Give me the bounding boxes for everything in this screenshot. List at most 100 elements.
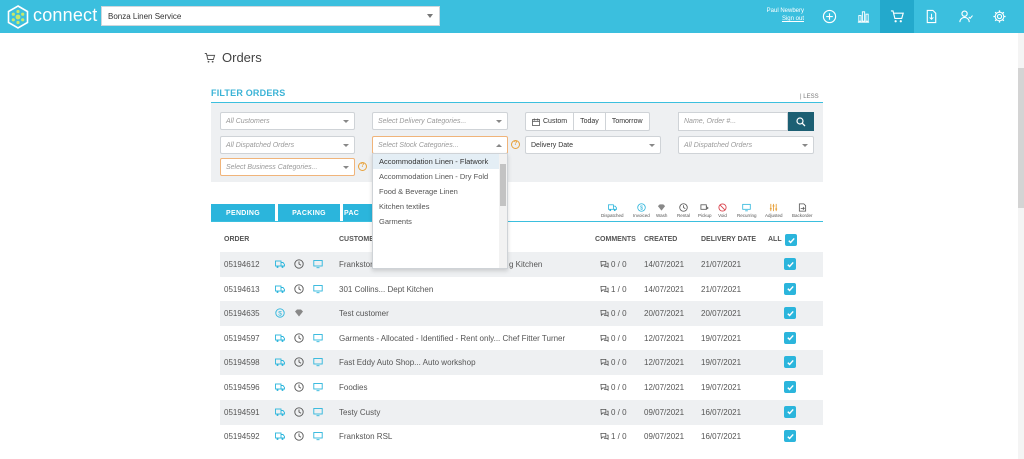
clock-icon bbox=[294, 382, 304, 392]
header-order[interactable]: ORDER bbox=[224, 236, 249, 243]
customer-name-tail: g Kitchen bbox=[509, 260, 543, 269]
tab-packing[interactable]: PACKING bbox=[278, 204, 340, 222]
dropdown-option[interactable]: Accommodation Linen - Dry Fold bbox=[373, 169, 501, 184]
row-checkbox[interactable] bbox=[784, 430, 796, 443]
chevron-down-icon bbox=[649, 144, 655, 147]
customers-select[interactable]: All Customers bbox=[220, 112, 355, 130]
truck-icon bbox=[275, 431, 285, 441]
order-number[interactable]: 05194598 bbox=[224, 358, 260, 367]
order-number[interactable]: 05194635 bbox=[224, 309, 260, 318]
comments-count[interactable]: 1 / 0 bbox=[611, 432, 627, 441]
search-input[interactable]: Name, Order #... bbox=[678, 112, 788, 131]
page-scrollbar[interactable] bbox=[1018, 33, 1024, 459]
order-number[interactable]: 05194612 bbox=[224, 260, 260, 269]
page-title: Orders bbox=[204, 50, 262, 65]
comments-count[interactable]: 0 / 0 bbox=[611, 334, 627, 343]
chevron-down-icon bbox=[496, 120, 502, 123]
customers-select-value: All Customers bbox=[226, 118, 270, 125]
comments-count[interactable]: 0 / 0 bbox=[611, 408, 627, 417]
row-checkbox[interactable] bbox=[784, 258, 796, 270]
comments-icon bbox=[600, 285, 609, 294]
comments-count[interactable]: 0 / 0 bbox=[611, 358, 627, 367]
reports-button[interactable] bbox=[846, 0, 880, 33]
dropdown-scrollbar[interactable] bbox=[499, 154, 507, 268]
connect-logo-icon[interactable] bbox=[6, 5, 30, 29]
tomorrow-button[interactable]: Tomorrow bbox=[606, 113, 649, 130]
dispatched-orders-select-left[interactable]: All Dispatched Orders bbox=[220, 136, 355, 154]
warning-icon: ? bbox=[511, 140, 520, 149]
less-toggle[interactable]: | LESS bbox=[800, 94, 819, 100]
delivery-date-select[interactable]: Delivery Date bbox=[525, 136, 661, 154]
header-all: ALL bbox=[768, 236, 782, 243]
clock-icon bbox=[294, 406, 304, 417]
invoices-button[interactable] bbox=[914, 0, 948, 33]
customer-name: 301 Collins... Dept Kitchen bbox=[339, 284, 434, 294]
truck-icon bbox=[275, 333, 285, 343]
table-row[interactable]: 05194596 Foodies 0 / 0 12/07/2021 19/07/2021 bbox=[220, 375, 823, 400]
comments-count[interactable]: 1 / 0 bbox=[611, 285, 627, 294]
order-number[interactable]: 05194613 bbox=[224, 285, 260, 294]
dropdown-scroll-thumb[interactable] bbox=[500, 164, 506, 206]
stock-categories-select[interactable]: Select Stock Categories... bbox=[372, 136, 508, 154]
table-row[interactable]: 05194597 Garments - Allocated - Identifie… bbox=[220, 326, 823, 351]
settings-button[interactable] bbox=[982, 0, 1016, 33]
screen-icon bbox=[313, 407, 323, 417]
customers-button[interactable] bbox=[948, 0, 982, 33]
table-row[interactable]: 05194613 301 Collins... Dept Kitchen 1 / 0… bbox=[220, 277, 823, 302]
screen-icon bbox=[313, 382, 323, 392]
company-select[interactable]: Bonza Linen Service bbox=[101, 6, 440, 26]
comments-count[interactable]: 0 / 0 bbox=[611, 383, 627, 392]
header-created[interactable]: CREATED bbox=[644, 236, 677, 243]
row-checkbox[interactable] bbox=[784, 405, 796, 418]
screen-icon bbox=[313, 357, 323, 367]
order-number[interactable]: 05194592 bbox=[224, 432, 260, 441]
dropdown-option[interactable]: Garments bbox=[373, 214, 501, 229]
legend-label: Invoiced bbox=[633, 213, 650, 218]
header-comments[interactable]: COMMENTS bbox=[595, 236, 636, 243]
legend-label: Adjusted bbox=[765, 213, 783, 218]
order-number[interactable]: 05194591 bbox=[224, 408, 260, 417]
row-checkbox[interactable] bbox=[784, 356, 796, 369]
truck-icon bbox=[275, 382, 285, 392]
order-number[interactable]: 05194597 bbox=[224, 334, 260, 343]
dropdown-option[interactable]: Kitchen textiles bbox=[373, 199, 501, 214]
customer-name: Test customer bbox=[339, 309, 389, 319]
tab-pending[interactable]: PENDING bbox=[211, 204, 275, 222]
page-scroll-thumb[interactable] bbox=[1018, 68, 1024, 208]
table-row[interactable]: 05194612 Frankston g Kitchen 0 / 0 14/07/202… bbox=[220, 252, 823, 277]
row-checkbox[interactable] bbox=[784, 331, 796, 344]
delivery-categories-select[interactable]: Select Delivery Categories... bbox=[372, 112, 508, 130]
search-button[interactable] bbox=[788, 112, 814, 131]
today-button[interactable]: Today bbox=[574, 113, 606, 130]
table-row[interactable]: 05194592 Frankston RSL 1 / 0 09/07/2021 16/0… bbox=[220, 424, 823, 449]
comments-count[interactable]: 0 / 0 bbox=[611, 309, 627, 318]
sign-out-link[interactable]: Sign out bbox=[767, 15, 804, 23]
screen-icon bbox=[313, 284, 323, 294]
table-row[interactable]: 05194598 Fast Eddy Auto Shop... Auto work… bbox=[220, 350, 823, 376]
dropdown-option[interactable]: Accommodation Linen - Flatwork bbox=[373, 154, 501, 169]
cart-icon bbox=[204, 52, 216, 63]
table-row[interactable]: 05194591 Testy Custy 0 / 0 09/07/2021 16/07/… bbox=[220, 399, 823, 425]
dropdown-option[interactable]: Food & Beverage Linen bbox=[373, 184, 501, 199]
row-checkbox[interactable] bbox=[784, 381, 796, 393]
header-delivery-date[interactable]: DELIVERY DATE bbox=[701, 236, 756, 243]
row-checkbox[interactable] bbox=[784, 282, 796, 295]
custom-date-button[interactable]: Custom bbox=[526, 113, 575, 130]
customer-name: Frankston RSL bbox=[339, 432, 393, 442]
row-checkbox[interactable] bbox=[784, 307, 796, 320]
comments-count[interactable]: 0 / 0 bbox=[611, 260, 627, 269]
legend-wash: Wash bbox=[656, 203, 667, 218]
add-button[interactable] bbox=[812, 0, 846, 33]
screen-icon bbox=[742, 203, 751, 212]
business-categories-select[interactable]: Select Business Categories... bbox=[220, 158, 355, 176]
select-all-checkbox[interactable] bbox=[785, 234, 797, 246]
diamond-icon bbox=[658, 204, 666, 211]
tab-packed[interactable]: PAC bbox=[343, 204, 373, 222]
orders-button[interactable] bbox=[880, 0, 914, 33]
chevron-down-icon bbox=[427, 14, 433, 18]
created-date: 12/07/2021 bbox=[644, 333, 685, 343]
table-row[interactable]: 05194635 $ Test customer 0 / 0 20/07/2021 20/… bbox=[220, 301, 823, 327]
legend-rental: Rental bbox=[677, 203, 690, 218]
dispatched-orders-select-right[interactable]: All Dispatched Orders bbox=[678, 136, 814, 154]
order-number[interactable]: 05194596 bbox=[224, 383, 260, 392]
